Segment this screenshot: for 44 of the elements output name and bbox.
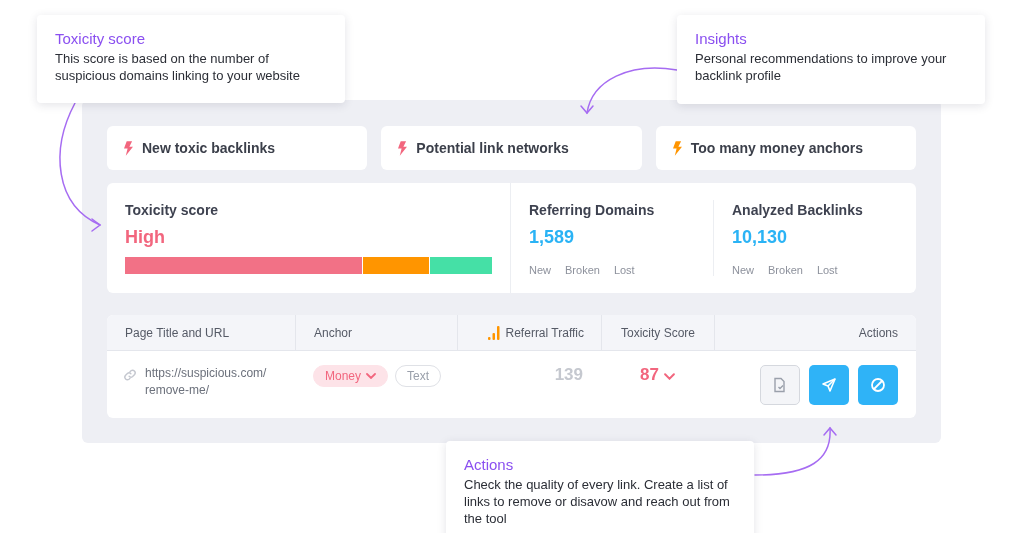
column-header: Actions [858,325,898,340]
column-header: Page Title and URL [125,325,230,340]
bar-chart-icon [487,325,500,340]
alert-label: New toxic backlinks [142,140,276,156]
filter-link[interactable]: Lost [613,264,635,276]
link-icon [123,368,137,382]
column-header: Anchor [314,325,353,340]
url-link[interactable]: https://suspicious.com/ remove-me/ [145,365,275,399]
callout-title: Actions [464,456,515,473]
document-check-icon [772,377,788,393]
column-header: Referral Traffic [505,325,584,340]
chevron-down-icon [366,373,377,379]
alert-label: Potential link networks [416,140,569,156]
disavow-button[interactable] [858,365,898,405]
callout-text: Personal recommendations to improve your backlink profile [695,50,948,84]
stat-label: Analyzed Backlinks [732,202,864,218]
callout-text: This score is based on the number of suspicious domains linking to your website [55,50,301,84]
filter-link[interactable]: New [529,264,551,276]
review-button[interactable] [760,365,800,405]
alert-card[interactable]: Too many money anchors [655,126,916,170]
toxicity-value: High [125,227,166,248]
paper-plane-icon [821,377,837,393]
alert-label: Too many money anchors [690,140,864,156]
callout-title: Toxicity score [55,30,147,47]
filter-link[interactable]: New [732,264,754,276]
callout-text: Check the quality of every link. Create a list of links to remove or disavow and reach out from the tool [464,476,731,527]
stat-value: 1,589 [529,227,576,248]
chevron-down-icon[interactable] [663,373,675,380]
toxicity-score: 87 [640,365,659,385]
callout-title: Insights [695,30,748,47]
stat-label: Toxicity score [125,202,220,218]
stat-value: 10,130 [732,227,789,248]
stat-label: Referring Domains [529,202,656,218]
send-button[interactable] [809,365,849,405]
block-icon [870,377,886,393]
traffic-value: 139 [554,365,583,385]
anchor-tag[interactable]: Text [395,365,442,387]
filter-link[interactable]: Lost [816,264,838,276]
filter-link[interactable]: Broken [768,264,803,276]
anchor-tag[interactable]: Money [313,365,389,387]
filter-link[interactable]: Broken [565,264,600,276]
column-header: Toxicity Score [621,325,695,340]
alert-card[interactable]: Potential link networks [381,126,642,170]
alert-card[interactable]: New toxic backlinks [107,126,368,170]
